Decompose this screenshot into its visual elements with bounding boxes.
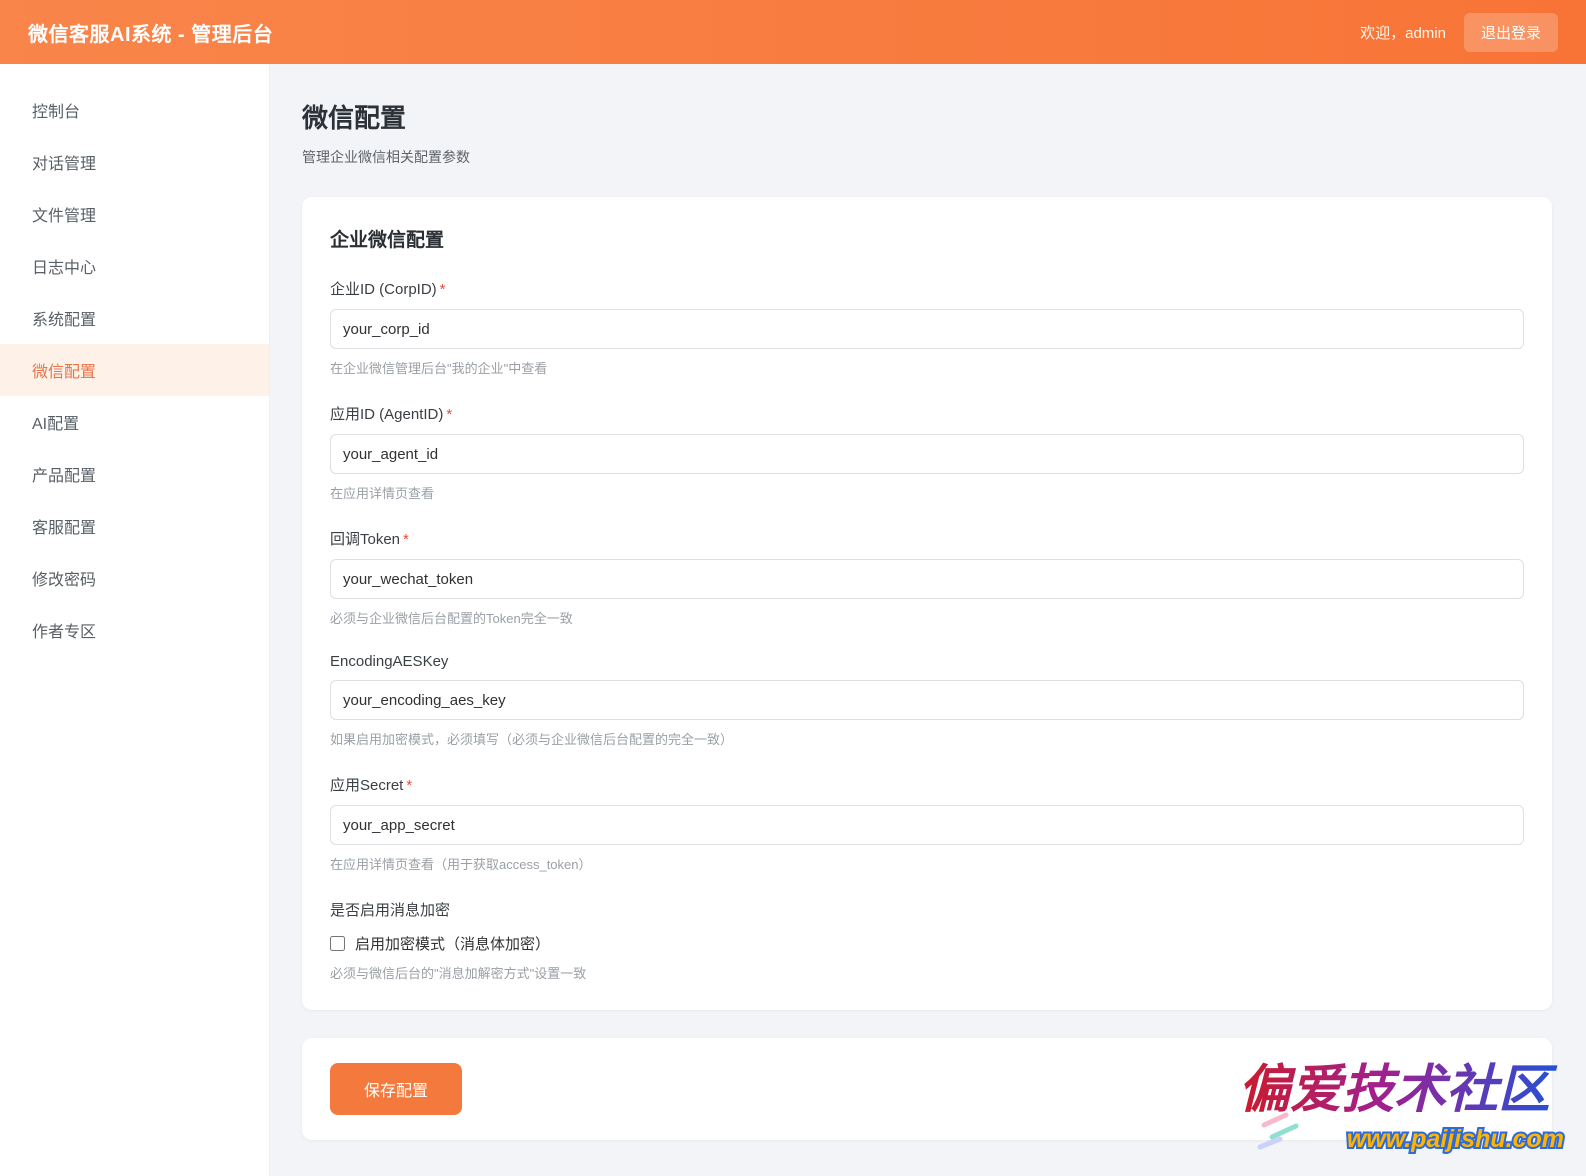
corp-id-input[interactable] [330,309,1524,349]
app-secret-label-text: 应用Secret [330,777,403,794]
sidebar-item-service-config[interactable]: 客服配置 [0,500,269,552]
header-bar: 微信客服AI系统 - 管理后台 欢迎，admin 退出登录 [0,0,1586,64]
callback-token-label: 回调Token* [330,528,1524,549]
encoding-aes-key-label: EncodingAESKey [330,653,1524,670]
required-asterisk: * [446,406,452,423]
sidebar-item-ai-config[interactable]: AI配置 [0,396,269,448]
encryption-checkbox-row: 启用加密模式（消息体加密） [330,933,1524,954]
app-title: 微信客服AI系统 - 管理后台 [28,18,273,47]
sidebar-item-dashboard[interactable]: 控制台 [0,84,269,136]
encryption-group: 是否启用消息加密 启用加密模式（消息体加密） 必须与微信后台的"消息加解密方式"… [330,899,1524,982]
required-asterisk: * [403,531,409,548]
callback-token-label-text: 回调Token [330,531,400,548]
sidebar: 控制台 对话管理 文件管理 日志中心 系统配置 微信配置 AI配置 产品配置 客… [0,64,270,1176]
encoding-aes-key-label-text: EncodingAESKey [330,653,448,670]
field-corp-id: 企业ID (CorpID)* 在企业微信管理后台"我的企业"中查看 [330,278,1524,377]
encryption-checkbox[interactable] [330,936,345,951]
main-content: 微信配置 管理企业微信相关配置参数 企业微信配置 企业ID (CorpID)* … [270,64,1586,1176]
corp-id-label-text: 企业ID (CorpID) [330,281,437,298]
app-secret-hint: 在应用详情页查看（用于获取access_token） [330,854,1524,873]
save-config-button[interactable]: 保存配置 [330,1063,462,1115]
corp-id-label: 企业ID (CorpID)* [330,278,1524,299]
sidebar-item-conversations[interactable]: 对话管理 [0,136,269,188]
encryption-hint: 必须与微信后台的"消息加解密方式"设置一致 [330,963,1524,982]
logout-button[interactable]: 退出登录 [1464,13,1558,52]
encryption-checkbox-label[interactable]: 启用加密模式（消息体加密） [355,933,550,954]
field-agent-id: 应用ID (AgentID)* 在应用详情页查看 [330,403,1524,502]
welcome-text: 欢迎，admin [1360,22,1446,43]
field-callback-token: 回调Token* 必须与企业微信后台配置的Token完全一致 [330,528,1524,627]
callback-token-input[interactable] [330,559,1524,599]
app-secret-input[interactable] [330,805,1524,845]
agent-id-hint: 在应用详情页查看 [330,483,1524,502]
page-title: 微信配置 [302,98,1552,135]
header-right: 欢迎，admin 退出登录 [1360,13,1558,52]
page-subtitle: 管理企业微信相关配置参数 [302,147,1552,167]
encoding-aes-key-input[interactable] [330,680,1524,720]
encryption-group-label: 是否启用消息加密 [330,899,1524,920]
card-title: 企业微信配置 [330,225,1524,252]
field-app-secret: 应用Secret* 在应用详情页查看（用于获取access_token） [330,774,1524,873]
encoding-aes-key-hint: 如果启用加密模式，必须填写（必须与企业微信后台配置的完全一致） [330,729,1524,748]
sidebar-item-wechat-config[interactable]: 微信配置 [0,344,269,396]
sidebar-item-files[interactable]: 文件管理 [0,188,269,240]
sidebar-item-system-config[interactable]: 系统配置 [0,292,269,344]
agent-id-label-text: 应用ID (AgentID) [330,406,443,423]
required-asterisk: * [406,777,412,794]
field-encoding-aes-key: EncodingAESKey 如果启用加密模式，必须填写（必须与企业微信后台配置… [330,653,1524,748]
sidebar-item-product-config[interactable]: 产品配置 [0,448,269,500]
agent-id-label: 应用ID (AgentID)* [330,403,1524,424]
wechat-config-card: 企业微信配置 企业ID (CorpID)* 在企业微信管理后台"我的企业"中查看… [302,197,1552,1010]
sidebar-item-logs[interactable]: 日志中心 [0,240,269,292]
callback-token-hint: 必须与企业微信后台配置的Token完全一致 [330,608,1524,627]
corp-id-hint: 在企业微信管理后台"我的企业"中查看 [330,358,1524,377]
sidebar-item-change-password[interactable]: 修改密码 [0,552,269,604]
sidebar-item-author-zone[interactable]: 作者专区 [0,604,269,656]
app-secret-label: 应用Secret* [330,774,1524,795]
required-asterisk: * [440,281,446,298]
save-card: 保存配置 [302,1038,1552,1140]
agent-id-input[interactable] [330,434,1524,474]
